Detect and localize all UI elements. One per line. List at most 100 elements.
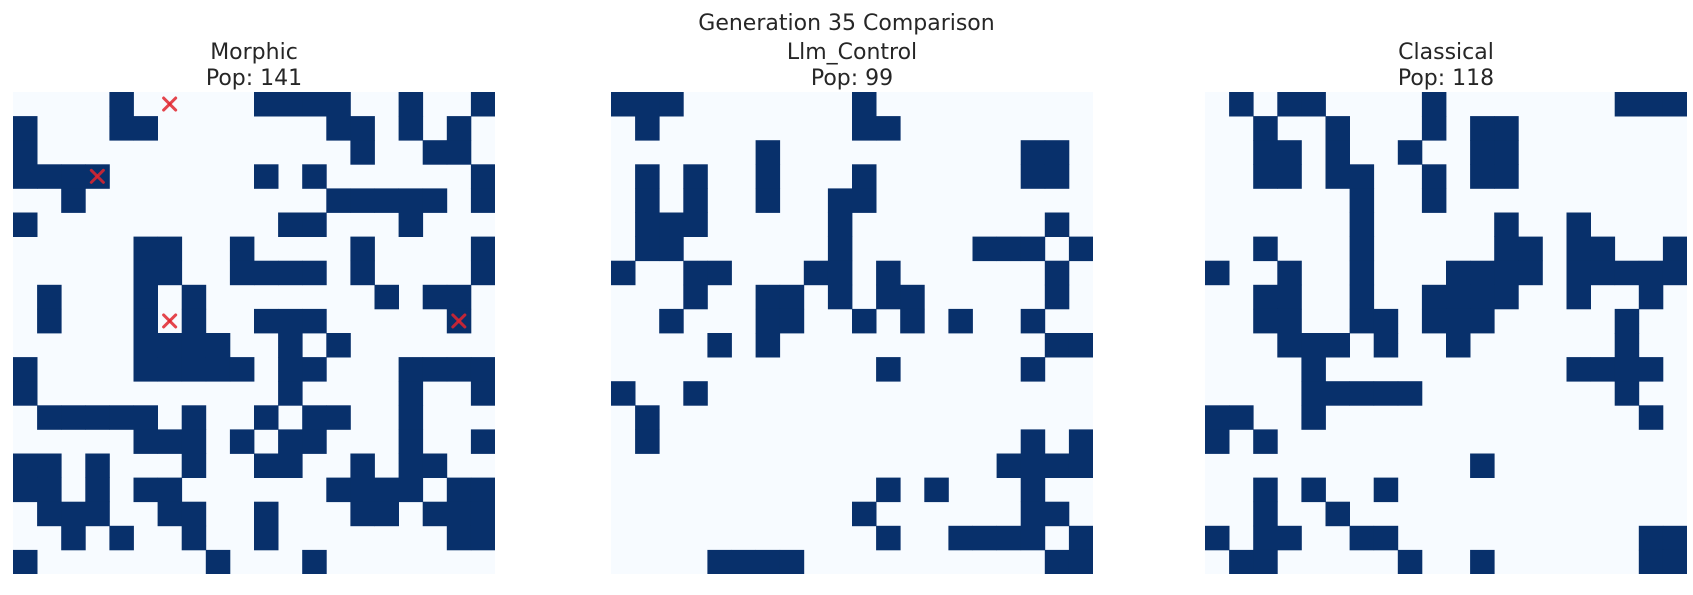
heatmap-cell-alive (1638, 260, 1664, 286)
heatmap-cell-alive (1494, 260, 1519, 286)
heatmap-cell-alive (1446, 333, 1471, 358)
heatmap-cell-alive (205, 357, 231, 382)
heatmap-cell-alive (470, 357, 495, 382)
heatmap-cell-alive (1301, 92, 1326, 117)
heatmap-cell-alive (1253, 477, 1278, 503)
heatmap-cell-alive (635, 405, 660, 430)
heatmap-cell-alive (13, 357, 38, 382)
heatmap-cell-alive (302, 92, 327, 117)
heatmap-cell-alive (1277, 164, 1302, 189)
heatmap-cell-alive (398, 453, 424, 478)
heatmap-cell-alive (1494, 140, 1519, 165)
heatmap-cell-alive (326, 477, 351, 503)
heatmap-cell-alive (659, 212, 684, 237)
heatmap-cell-alive (852, 308, 877, 334)
heatmap-cell-alive (1614, 381, 1640, 406)
heatmap-cell-alive (852, 92, 877, 117)
heatmap-cell-alive (635, 212, 660, 237)
heatmap-cell-alive (1325, 164, 1350, 189)
heatmap-cell-alive (1229, 92, 1254, 117)
heatmap-cell-alive (827, 188, 853, 213)
heatmap-cell-alive (446, 525, 472, 551)
figure-suptitle: Generation 35 Comparison (698, 11, 995, 36)
heatmap-cell-alive (1205, 260, 1230, 286)
panel-title-line2: Pop: 99 (810, 66, 894, 91)
heatmap-cell-alive (1470, 284, 1495, 310)
heatmap-cell-alive (996, 453, 1022, 478)
heatmap-cell-alive (755, 549, 781, 574)
heatmap-cell-alive (109, 116, 134, 141)
heatmap-cell-alive (1044, 333, 1070, 358)
heatmap-cell-alive (1020, 453, 1046, 478)
heatmap-cell-alive (1301, 357, 1326, 382)
heatmap-cell-alive (1325, 140, 1350, 165)
heatmap-cell-alive (350, 188, 375, 213)
heatmap-grid (611, 92, 1093, 574)
panel-morphic: Morphic Pop: 141 (13, 40, 495, 574)
heatmap-cell-alive (1325, 333, 1350, 358)
heatmap-cell-alive (157, 429, 183, 454)
heatmap-cell-alive (254, 453, 279, 478)
heatmap-cell-alive (1349, 260, 1375, 286)
heatmap-cell-alive (996, 525, 1022, 551)
heatmap-cell-alive (374, 284, 399, 310)
heatmap-cell-alive (326, 333, 351, 358)
heatmap-cell-alive (1470, 164, 1495, 189)
heatmap-cell-alive (1020, 429, 1046, 454)
heatmap-cell-alive (278, 92, 303, 117)
heatmap-cell-alive (350, 260, 375, 286)
heatmap-cell-alive (1301, 333, 1326, 358)
heatmap-cell-alive (1421, 284, 1447, 310)
heatmap-cell-alive (1229, 549, 1254, 574)
heatmap-cell-alive (1566, 236, 1591, 262)
heatmap-cell-alive (302, 429, 327, 454)
heatmap-cell-alive (254, 260, 279, 286)
heatmap-cell-alive (181, 429, 207, 454)
heatmap-cell-alive (109, 525, 134, 551)
heatmap-cell-alive (1068, 453, 1093, 478)
heatmap-cell-alive (350, 236, 375, 262)
heatmap-cell-alive (422, 501, 448, 527)
heatmap-cell-alive (1638, 549, 1664, 574)
heatmap-cell-alive (302, 212, 327, 237)
heatmap-cell-alive (683, 188, 708, 213)
heatmap-cell-alive (181, 453, 207, 478)
heatmap-cell-alive (1373, 333, 1399, 358)
heatmap-cell-alive (133, 477, 158, 503)
heatmap-cell-alive (1277, 308, 1302, 334)
heatmap-cell-alive (229, 357, 255, 382)
panel-title-line1: Llm_Control (786, 40, 918, 65)
heatmap-cell-alive (852, 164, 877, 189)
heatmap-cell-alive (1470, 549, 1495, 574)
heatmap-cell-alive (972, 525, 997, 551)
heatmap-cell-alive (1470, 308, 1495, 334)
heatmap-cell-alive (1470, 260, 1495, 286)
heatmap-cell-alive (157, 501, 183, 527)
heatmap-cell-alive (1044, 212, 1070, 237)
heatmap-cell-alive (1590, 260, 1616, 286)
heatmap-cell-alive (37, 405, 62, 430)
heatmap-cell-alive (900, 308, 925, 334)
heatmap-cell-alive (779, 308, 805, 334)
heatmap-cell-alive (611, 381, 636, 406)
heatmap-grid (13, 92, 495, 574)
heatmap-cell-alive (803, 260, 829, 286)
heatmap-cell-alive (1325, 501, 1350, 527)
heatmap-cell-alive (374, 188, 399, 213)
heatmap-cell-alive (254, 308, 279, 334)
heatmap-cell-alive (755, 333, 781, 358)
heatmap-cell-alive (446, 357, 472, 382)
heatmap-cell-alive (1020, 525, 1046, 551)
heatmap-cell-alive (1253, 140, 1278, 165)
heatmap-cell-alive (133, 236, 158, 262)
heatmap-cell-alive (1277, 525, 1302, 551)
heatmap-cell-alive (398, 188, 424, 213)
heatmap-cell-alive (635, 116, 660, 141)
heatmap-cell-alive (1566, 357, 1591, 382)
heatmap-cell-alive (1253, 236, 1278, 262)
heatmap-cell-alive (827, 260, 853, 286)
heatmap-cell-alive (1068, 429, 1093, 454)
heatmap-cell-alive (1638, 92, 1664, 117)
heatmap-cell-alive (109, 92, 134, 117)
heatmap-cell-alive (278, 308, 303, 334)
